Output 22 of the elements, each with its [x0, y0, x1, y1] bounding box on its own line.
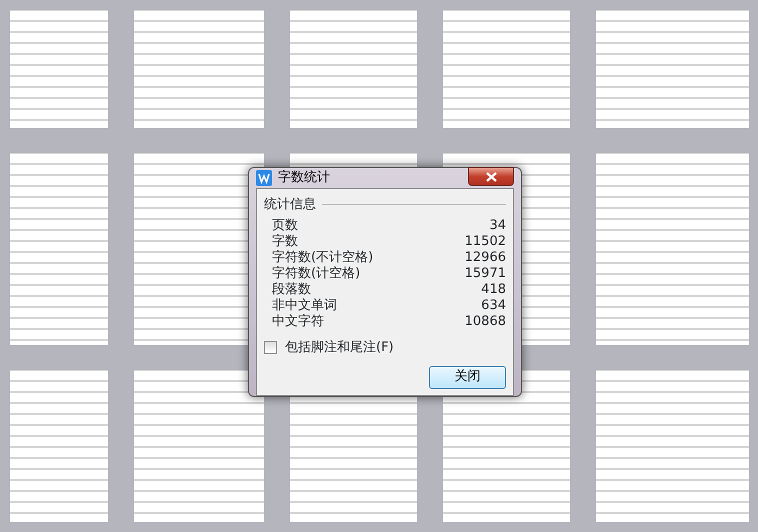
close-dialog-button[interactable]: 关闭 [429, 366, 506, 388]
stat-label: 页数 [272, 218, 298, 234]
stat-label: 字符数(计空格) [272, 266, 360, 282]
dialog-title: 字数统计 [278, 169, 330, 187]
close-icon [486, 172, 496, 182]
stat-label: 字符数(不计空格) [272, 250, 374, 266]
stat-value: 10868 [464, 314, 506, 330]
app-logo-icon [256, 170, 272, 186]
stat-value: 634 [481, 298, 506, 314]
checkbox-label[interactable]: 包括脚注和尾注(F) [285, 338, 394, 358]
close-button[interactable] [468, 167, 514, 186]
stat-value: 418 [481, 282, 506, 298]
stat-label: 非中文单词 [272, 298, 337, 314]
stat-value: 34 [489, 218, 506, 234]
stat-label: 段落数 [272, 282, 311, 298]
stat-label: 字数 [272, 234, 298, 250]
group-title: 统计信息 [264, 196, 316, 214]
stat-value: 11502 [464, 234, 506, 250]
checkbox[interactable] [264, 341, 277, 354]
stat-value: 12966 [464, 250, 506, 266]
stat-label: 中文字符 [272, 314, 324, 330]
stat-value: 15971 [464, 266, 506, 282]
